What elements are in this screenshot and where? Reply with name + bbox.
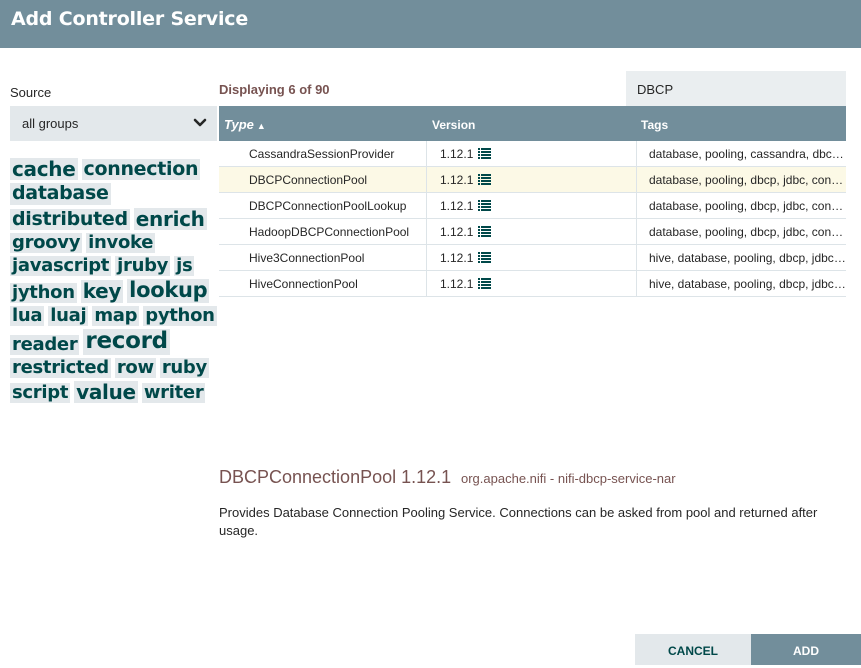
tag-lua[interactable]: lua [10, 305, 45, 327]
cell-version: 1.12.1 [428, 193, 637, 219]
cell-version: 1.12.1 [428, 219, 637, 245]
table-row[interactable]: DBCPConnectionPoolLookup 1.12.1 database, … [219, 193, 846, 219]
table-header: Type ▲ Version Tags [219, 106, 846, 141]
cell-tags: database, pooling, cassandra, dbcp, conn… [649, 147, 846, 161]
column-header-version[interactable]: Version [432, 118, 475, 132]
tag-database[interactable]: database [10, 183, 111, 205]
cell-tags: hive, database, pooling, dbcp, jdbc, con… [649, 251, 846, 265]
tag-script[interactable]: script [10, 383, 71, 404]
table-body: CassandraSessionProvider 1.12.1 database, … [219, 141, 846, 297]
cancel-button[interactable]: CANCEL [635, 634, 751, 665]
cell-version: 1.12.1 [428, 141, 637, 167]
list-icon[interactable] [478, 199, 492, 211]
filter-input[interactable] [626, 71, 846, 107]
cell-type: DBCPConnectionPool [219, 167, 427, 193]
tag-luaj[interactable]: luaj [48, 305, 89, 327]
cell-type: Hive3ConnectionPool [219, 245, 427, 271]
tag-value[interactable]: value [74, 381, 138, 403]
tag-javascript[interactable]: javascript [10, 256, 112, 277]
cell-tags: database, pooling, dbcp, jdbc, connectio… [649, 199, 846, 213]
tag-jython[interactable]: jython [10, 282, 77, 303]
tag-writer[interactable]: writer [141, 383, 206, 404]
version-text: 1.12.1 [440, 277, 474, 291]
tag-restricted[interactable]: restricted [10, 357, 111, 378]
dialog-title: Add Controller Service [11, 8, 249, 30]
version-text: 1.12.1 [440, 173, 474, 187]
cell-type: DBCPConnectionPoolLookup [219, 193, 427, 219]
list-icon[interactable] [478, 251, 492, 263]
column-header-tags[interactable]: Tags [641, 118, 668, 132]
table-row[interactable]: DBCPConnectionPool 1.12.1 database, poolin… [219, 167, 846, 193]
tag-cache[interactable]: cache [10, 158, 78, 180]
chevron-down-icon [193, 118, 207, 127]
list-icon[interactable] [478, 277, 492, 289]
cell-version: 1.12.1 [428, 245, 637, 271]
add-button[interactable]: ADD [751, 634, 861, 665]
cell-version: 1.12.1 [428, 271, 637, 297]
cell-type: HadoopDBCPConnectionPool [219, 219, 427, 245]
list-icon[interactable] [478, 147, 492, 159]
tag-reader[interactable]: reader [10, 334, 80, 355]
tag-cloud: cache connection database distributed enrich… [10, 158, 220, 403]
tag-groovy[interactable]: groovy [10, 232, 83, 254]
tag-row[interactable]: row [114, 357, 156, 378]
details-description: Provides Database Connection Pooling Ser… [219, 505, 818, 538]
tag-enrich[interactable]: enrich [133, 207, 207, 230]
tag-js[interactable]: js [174, 256, 195, 277]
tag-jruby[interactable]: jruby [115, 256, 171, 277]
version-text: 1.12.1 [440, 199, 474, 213]
list-icon[interactable] [478, 225, 492, 237]
tag-distributed[interactable]: distributed [10, 208, 130, 231]
version-text: 1.12.1 [440, 225, 474, 239]
version-text: 1.12.1 [440, 147, 474, 161]
cell-tags: database, pooling, dbcp, jdbc, connectio… [649, 173, 846, 187]
controller-service-table: Type ▲ Version Tags CassandraSessionProvi… [219, 106, 846, 297]
tag-ruby[interactable]: ruby [159, 357, 209, 378]
cell-tags: hive, database, pooling, dbcp, jdbc, con… [649, 277, 846, 291]
cell-version: 1.12.1 [428, 167, 637, 193]
dialog-header: Add Controller Service [0, 0, 861, 48]
version-text: 1.12.1 [440, 251, 474, 265]
details-bundle: org.apache.nifi - nifi-dbcp-service-nar [461, 471, 676, 486]
list-icon[interactable] [478, 173, 492, 185]
tag-python[interactable]: python [143, 305, 217, 327]
table-row[interactable]: HiveConnectionPool 1.12.1 hive, database, … [219, 271, 846, 297]
tag-record[interactable]: record [83, 328, 170, 355]
source-label: Source [10, 85, 52, 100]
column-header-type[interactable]: Type ▲ [224, 117, 266, 132]
tag-key[interactable]: key [80, 280, 124, 303]
source-select[interactable]: all groups [10, 106, 217, 141]
results-count: Displaying 6 of 90 [219, 82, 330, 97]
cell-type: HiveConnectionPool [219, 271, 427, 297]
table-row[interactable]: HadoopDBCPConnectionPool 1.12.1 database, … [219, 219, 846, 245]
cell-tags: database, pooling, dbcp, jdbc, connectio… [649, 225, 846, 239]
table-row[interactable]: CassandraSessionProvider 1.12.1 database, … [219, 141, 846, 167]
tag-invoke[interactable]: invoke [86, 232, 156, 254]
source-select-value: all groups [22, 116, 79, 131]
sort-asc-icon: ▲ [256, 121, 266, 131]
details-title: DBCPConnectionPool 1.12.1 [219, 467, 452, 487]
tag-connection[interactable]: connection [81, 158, 201, 181]
cell-type: CassandraSessionProvider [219, 141, 427, 167]
tag-lookup[interactable]: lookup [127, 279, 210, 303]
tag-map[interactable]: map [92, 305, 140, 327]
table-row[interactable]: Hive3ConnectionPool 1.12.1 hive, database,… [219, 245, 846, 271]
